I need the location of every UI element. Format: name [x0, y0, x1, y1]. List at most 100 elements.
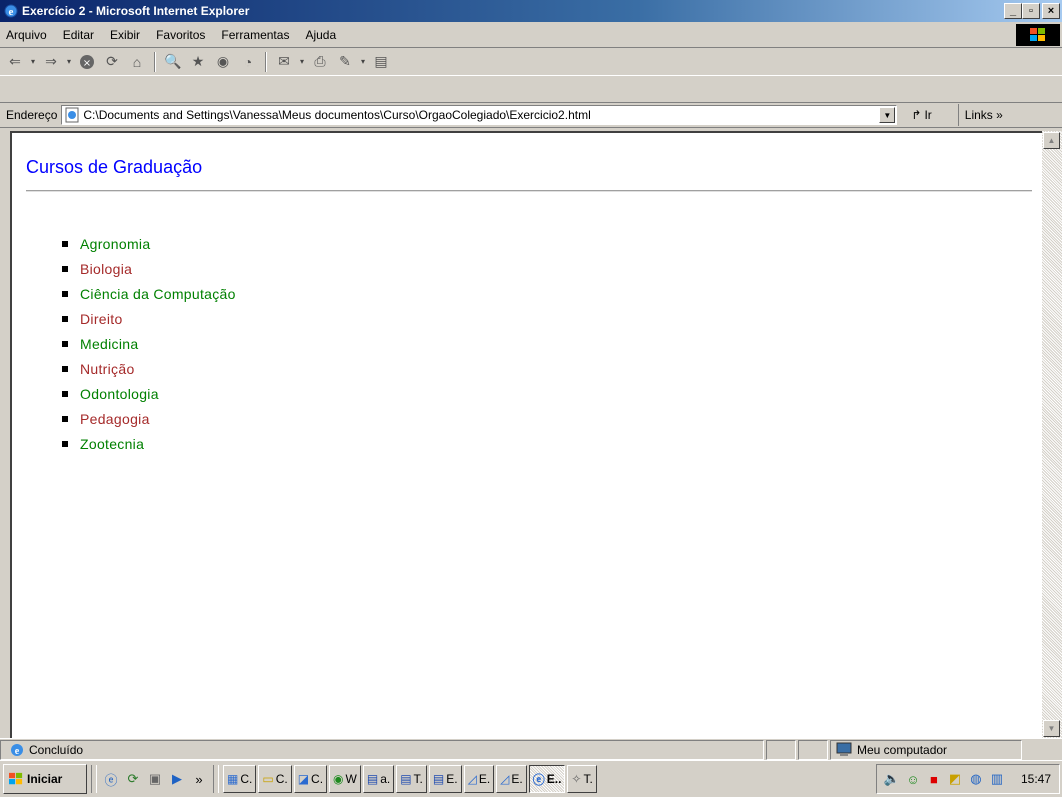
address-url[interactable]: C:\Documents and Settings\Vanessa\Meus d… [83, 108, 879, 122]
taskbar-separator [213, 765, 219, 793]
address-bar: Endereço C:\Documents and Settings\Vanes… [0, 102, 1062, 128]
system-tray: 🔈 ☺ ■ ◩ ◍ ▥ 15:47 [875, 764, 1060, 794]
home-icon[interactable]: ⌂ [126, 51, 148, 73]
standard-toolbar: ⇐ ▾ ⇒ ▾ × ⟳ ⌂ 🔍 ★ ◉ ◔ ✉ ▾ ⎙ ✎ ▾ ▤ [0, 48, 1062, 102]
mail-dropdown-icon[interactable]: ▾ [298, 57, 306, 66]
windows-flag-icon [9, 772, 23, 785]
minimize-button[interactable]: _ [1004, 3, 1022, 19]
menu-ferramentas[interactable]: Ferramentas [213, 28, 297, 42]
vertical-scrollbar[interactable]: ▲ ▼ [1042, 131, 1062, 738]
list-item: Agronomia [62, 231, 236, 256]
course-agronomia: Agronomia [80, 235, 151, 252]
task-button[interactable]: ▭ C. [258, 765, 292, 793]
media-player-icon: ◉ [333, 772, 344, 786]
start-button[interactable]: Iniciar [3, 764, 87, 794]
zone-label: Meu computador [857, 742, 948, 757]
task-button[interactable]: ◉ W [329, 765, 361, 793]
windows-logo-icon [1016, 24, 1060, 46]
chart-app-icon[interactable]: ◩ [946, 770, 964, 788]
volume-icon[interactable]: 🔈 [883, 770, 901, 788]
taskbar: Iniciar ⓔ ⟳ ▣ ▶ » ▦ C. ▭ C. ◪ C. ◉ W ▤ a. ▤ T.… [0, 760, 1062, 797]
menu-arquivo[interactable]: Arquivo [0, 28, 55, 42]
course-biologia: Biologia [80, 260, 133, 277]
horizontal-rule [26, 190, 1032, 192]
clock[interactable]: 15:47 [1021, 772, 1051, 786]
word-icon: ▤ [366, 772, 379, 786]
list-item: Odontologia [62, 381, 236, 406]
address-input[interactable]: C:\Documents and Settings\Vanessa\Meus d… [61, 105, 898, 125]
task-button[interactable]: ▤ T. [396, 765, 427, 793]
task-button[interactable]: ◿ E. [496, 765, 527, 793]
task-button-active[interactable]: ⓔ E.. [528, 765, 566, 793]
address-label: Endereço [6, 108, 58, 122]
close-button[interactable]: × [1042, 3, 1060, 19]
refresh-icon[interactable]: ⟳ [101, 51, 123, 73]
page-title: Cursos de Graduação [26, 157, 203, 177]
forward-icon[interactable]: ⇒ [40, 51, 62, 73]
toolbar-separator [154, 51, 156, 72]
scroll-up-icon[interactable]: ▲ [1043, 132, 1060, 149]
status-bar: e Concluído Meu computador [0, 738, 1062, 760]
network-users-icon[interactable]: ☺ [904, 770, 922, 788]
menu-editar[interactable]: Editar [55, 28, 102, 42]
print-icon[interactable]: ⎙ [309, 51, 331, 73]
go-button[interactable]: ↱ Ir [911, 108, 931, 122]
quicklaunch-chevron-icon[interactable]: » [189, 769, 209, 789]
desktop-quicklaunch-icon[interactable]: ▣ [145, 769, 165, 789]
search-icon[interactable]: 🔍 [162, 51, 184, 73]
back-dropdown-icon[interactable]: ▾ [29, 57, 37, 66]
ie-icon: e [4, 4, 18, 18]
back-icon[interactable]: ⇐ [4, 51, 26, 73]
bullet-icon [62, 415, 68, 422]
address-dropdown-icon[interactable]: ▼ [879, 107, 896, 123]
list-item: Zootecnia [62, 431, 236, 456]
bullet-icon [62, 390, 68, 397]
links-button[interactable]: Links » [957, 104, 1003, 126]
media-icon[interactable]: ◉ [212, 51, 234, 73]
edit-dropdown-icon[interactable]: ▾ [359, 57, 367, 66]
menu-exibir[interactable]: Exibir [102, 28, 148, 42]
ie-quicklaunch-icon[interactable]: ⓔ [101, 769, 121, 789]
security-zone: Meu computador [830, 739, 1022, 760]
quicklaunch-separator [91, 765, 97, 793]
list-item: Nutrição [62, 356, 236, 381]
network-icon[interactable]: ▥ [988, 770, 1006, 788]
task-button[interactable]: ▤ E. [428, 765, 462, 793]
course-nutricao: Nutrição [80, 360, 135, 377]
toolbar-separator [265, 51, 267, 72]
update-icon[interactable]: ◍ [967, 770, 985, 788]
forward-dropdown-icon[interactable]: ▾ [65, 57, 73, 66]
status-panel [798, 739, 828, 760]
task-button[interactable]: ▤ a. [362, 765, 395, 793]
maximize-button[interactable]: ▫ [1022, 3, 1040, 19]
outlook-quicklaunch-icon[interactable]: ⟳ [123, 769, 143, 789]
bullet-icon [62, 290, 68, 297]
favorites-icon[interactable]: ★ [187, 51, 209, 73]
status-panel [766, 739, 796, 760]
notepad-icon: ◿ [500, 772, 510, 786]
menu-ajuda[interactable]: Ajuda [297, 28, 344, 42]
scroll-down-icon[interactable]: ▼ [1043, 720, 1060, 737]
list-item: Pedagogia [62, 406, 236, 431]
stop-icon[interactable]: × [76, 51, 98, 73]
task-button[interactable]: ◪ C. [293, 765, 328, 793]
menu-favoritos[interactable]: Favoritos [148, 28, 213, 42]
task-button[interactable]: ✧ T. [567, 765, 597, 793]
list-item: Biologia [62, 256, 236, 281]
history-icon[interactable]: ◔ [237, 51, 259, 73]
course-zootecnia: Zootecnia [80, 435, 145, 452]
page-content: Cursos de Graduação Agronomia Biologia C… [10, 131, 1042, 738]
antivirus-icon[interactable]: ■ [925, 770, 943, 788]
search-folder-icon: ◪ [297, 772, 310, 786]
task-button[interactable]: ▦ C. [223, 765, 257, 793]
bullet-icon [62, 240, 68, 247]
discuss-icon[interactable]: ▤ [370, 51, 392, 73]
svg-text:×: × [83, 58, 91, 69]
task-button[interactable]: ◿ E. [463, 765, 495, 793]
media-quicklaunch-icon[interactable]: ▶ [167, 769, 187, 789]
title-bar: e Exercício 2 - Microsoft Internet Explo… [0, 0, 1062, 22]
edit-icon[interactable]: ✎ [334, 51, 356, 73]
mail-icon[interactable]: ✉ [273, 51, 295, 73]
go-label: Ir [924, 108, 932, 122]
notepad-icon: ◿ [467, 772, 477, 786]
